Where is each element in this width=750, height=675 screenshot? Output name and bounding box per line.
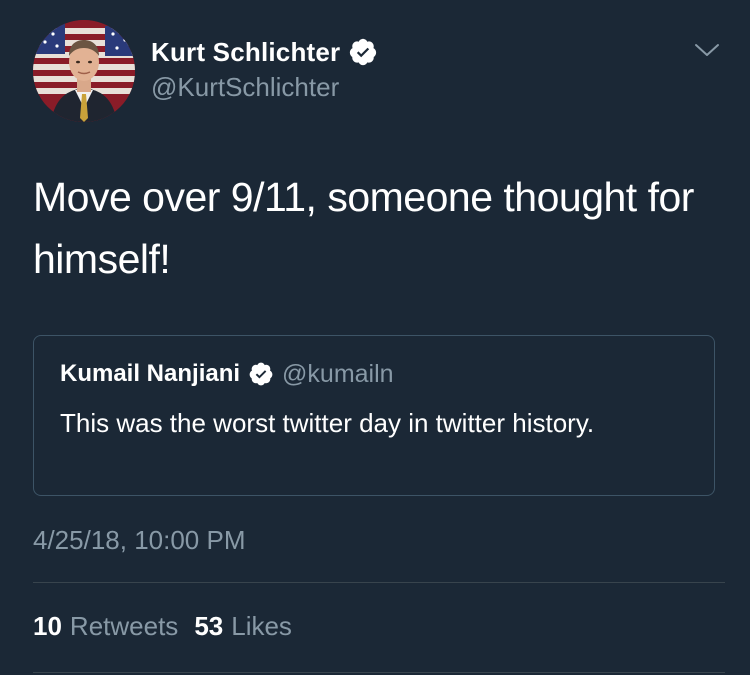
avatar-image [33, 20, 135, 122]
avatar[interactable] [33, 20, 135, 122]
likes-stat[interactable]: 53 Likes [194, 611, 292, 642]
quoted-author-handle: @kumailn [282, 359, 394, 388]
chevron-down-icon[interactable] [693, 40, 721, 60]
divider [33, 582, 725, 583]
quoted-author-name: Kumail Nanjiani [60, 360, 241, 387]
tweet-stats: 10 Retweets 53 Likes [33, 611, 308, 642]
tweet-text: Move over 9/11, someone thought for hims… [33, 174, 694, 282]
author-name[interactable]: Kurt Schlichter [151, 37, 340, 68]
tweet-timestamp[interactable]: 4/25/18, 10:00 PM [33, 525, 245, 556]
likes-label: Likes [231, 611, 292, 641]
tweet-author[interactable]: Kurt Schlichter @KurtSchlichter [151, 34, 378, 103]
quoted-tweet[interactable]: Kumail Nanjiani @kumailn This was the wo… [33, 335, 715, 496]
tweet-card: Kurt Schlichter @KurtSchlichter Move ove… [0, 0, 750, 675]
retweets-label: Retweets [69, 611, 179, 641]
retweets-stat[interactable]: 10 Retweets [33, 611, 178, 642]
divider [33, 672, 725, 673]
likes-count: 53 [194, 611, 224, 641]
quoted-tweet-text: This was the worst twitter day in twitte… [60, 408, 595, 438]
verified-badge-icon [249, 362, 273, 386]
author-handle[interactable]: @KurtSchlichter [151, 72, 378, 103]
verified-badge-icon [350, 38, 377, 66]
retweets-count: 10 [33, 611, 62, 641]
